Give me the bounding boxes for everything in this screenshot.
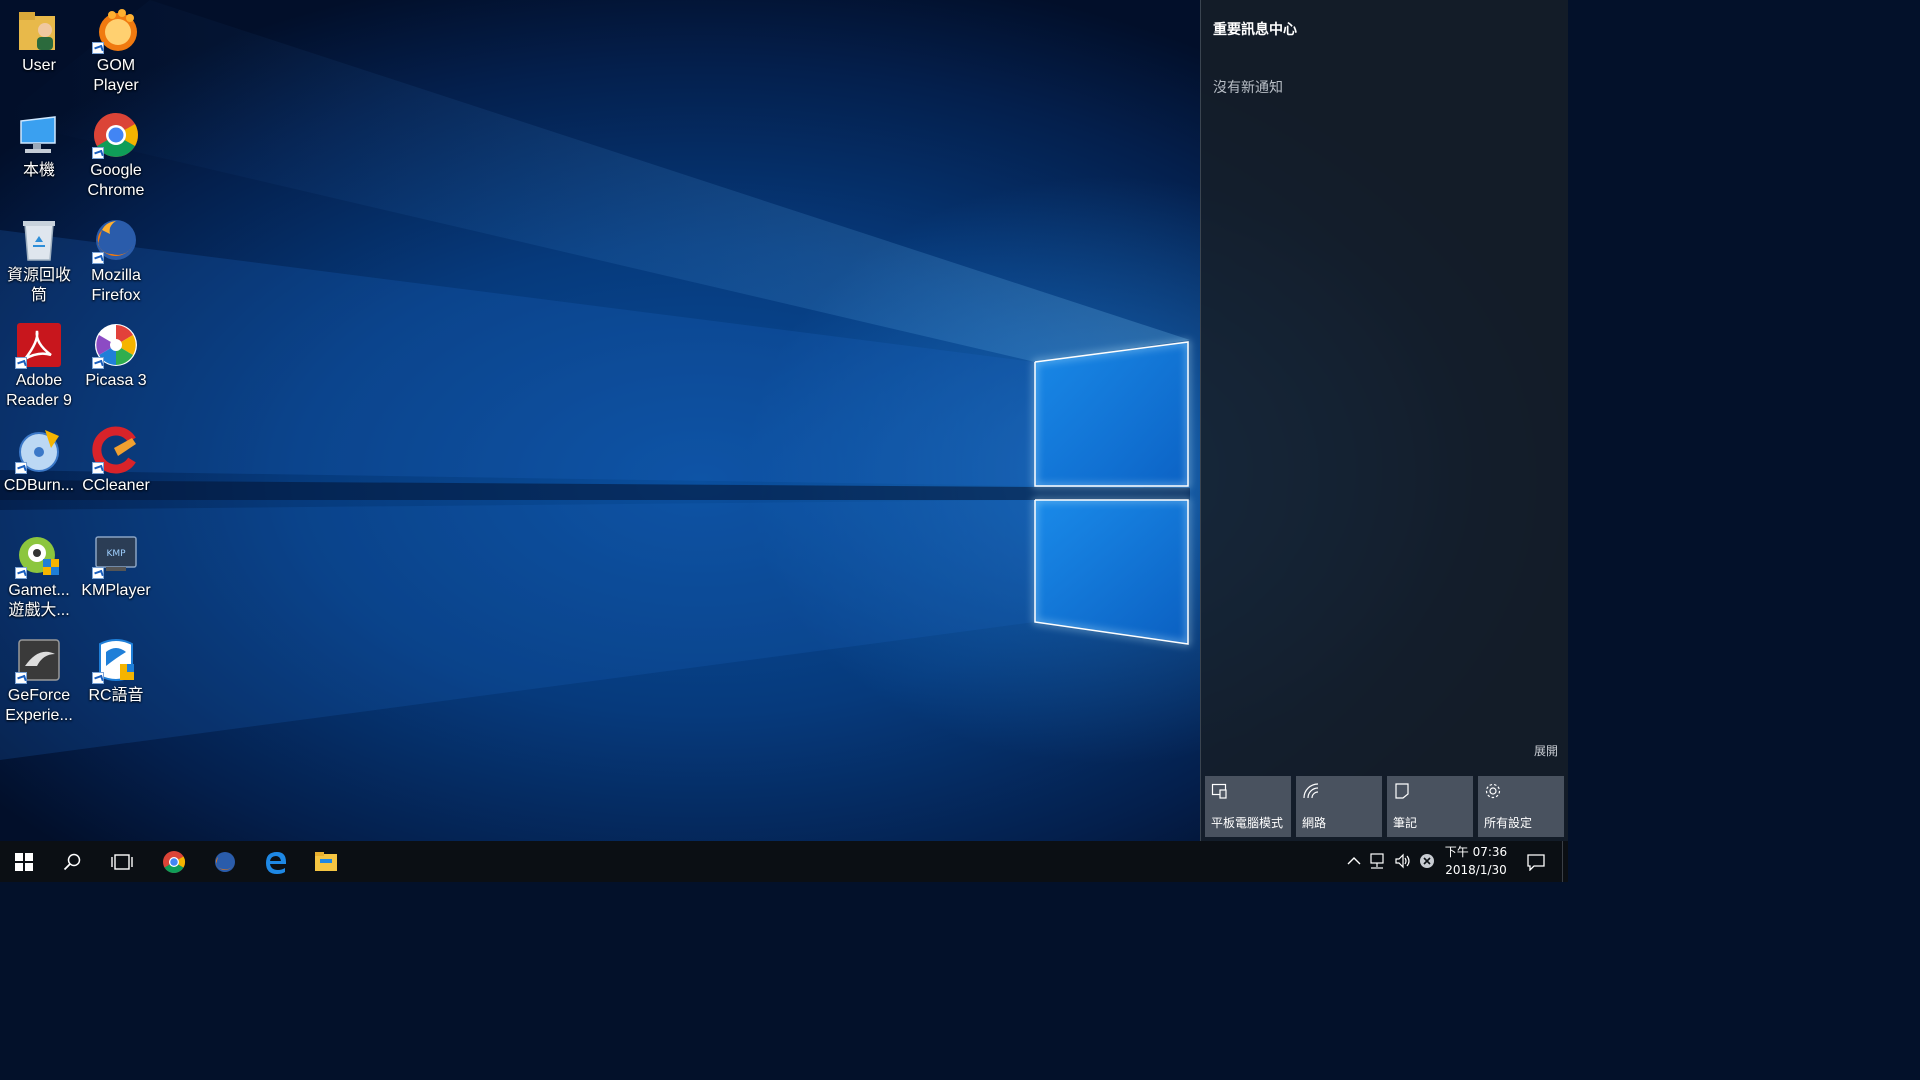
- google-chrome-icon: [92, 111, 140, 159]
- start-icon: [15, 852, 33, 871]
- desktop-icon-recycle-bin[interactable]: 資源回收筒: [0, 210, 78, 306]
- no-notifications-text: 沒有新通知: [1213, 80, 1283, 96]
- kmplayer-icon: KMP: [92, 531, 140, 579]
- chevron-up-icon[interactable]: [1344, 851, 1364, 871]
- action-center-panel: 重要訊息中心 沒有新通知 展開 平板電腦模式 網路 筆記 所有設定: [1200, 0, 1568, 841]
- quick-action-note[interactable]: 筆記: [1387, 776, 1473, 837]
- desktop-icon-ccleaner[interactable]: CCleaner: [77, 420, 155, 496]
- desktop-icon-user[interactable]: User: [0, 0, 78, 76]
- shortcut-arrow-icon: [92, 672, 104, 684]
- shortcut-arrow-icon: [92, 462, 104, 474]
- desktop-icon-picasa[interactable]: Picasa 3: [77, 315, 155, 391]
- error-icon[interactable]: [1417, 851, 1437, 871]
- svg-text:KMP: KMP: [106, 549, 126, 559]
- ccleaner-icon: [92, 426, 140, 474]
- desktop-icon-gametower[interactable]: Gamet... 遊戲大...: [0, 525, 78, 621]
- network-icon: [1303, 783, 1319, 799]
- shortcut-arrow-icon: [92, 42, 104, 54]
- action-center-title: 重要訊息中心: [1213, 22, 1297, 38]
- picasa-icon: [92, 321, 140, 369]
- adobe-reader-icon: [15, 321, 63, 369]
- shortcut-arrow-icon: [15, 357, 27, 369]
- desktop-icon-this-pc[interactable]: 本機: [0, 105, 78, 181]
- quick-action-tablet-mode[interactable]: 平板電腦模式: [1205, 776, 1291, 837]
- tablet-mode-icon: [1211, 783, 1227, 799]
- taskbar: 下午 07:36 2018/1/30: [0, 841, 1568, 882]
- shortcut-arrow-icon: [92, 567, 104, 579]
- network-wired-icon[interactable]: [1368, 851, 1388, 871]
- desktop-icon-gom-player[interactable]: GOM Player: [77, 0, 155, 96]
- rc-voice-icon: [92, 636, 140, 684]
- quick-action-all-settings[interactable]: 所有設定: [1478, 776, 1564, 837]
- edge-icon: [266, 851, 286, 874]
- this-pc-icon: [15, 111, 63, 159]
- firefox-icon: [215, 851, 235, 872]
- volume-icon[interactable]: [1393, 851, 1413, 871]
- desktop-icon-geforce-experience[interactable]: GeForce Experie...: [0, 630, 78, 726]
- gom-player-icon: [92, 6, 140, 54]
- desktop-icon-adobe-reader[interactable]: Adobe Reader 9: [0, 315, 78, 411]
- file-explorer-icon: [315, 851, 337, 871]
- task-view-icon: [111, 853, 133, 870]
- desktop-icon-mozilla-firefox[interactable]: Mozilla Firefox: [77, 210, 155, 306]
- action-center-icon: [1527, 853, 1545, 871]
- recycle-bin-icon: [15, 216, 63, 264]
- clock-time: 下午 07:36: [1444, 845, 1508, 859]
- task-view-button[interactable]: [98, 841, 146, 882]
- search-button[interactable]: [48, 841, 96, 882]
- mozilla-firefox-icon: [92, 216, 140, 264]
- taskbar-firefox[interactable]: [201, 841, 249, 882]
- gametower-icon: [15, 531, 63, 579]
- chrome-icon: [163, 850, 185, 873]
- desktop-icon-google-chrome[interactable]: Google Chrome: [77, 105, 155, 201]
- desktop-icon-kmplayer[interactable]: KMP KMPlayer: [77, 525, 155, 601]
- taskbar-file-explorer[interactable]: [302, 841, 350, 882]
- settings-gear-icon: [1485, 783, 1501, 799]
- shortcut-arrow-icon: [92, 252, 104, 264]
- note-icon: [1395, 783, 1409, 799]
- shortcut-arrow-icon: [15, 462, 27, 474]
- taskbar-edge[interactable]: [252, 841, 300, 882]
- start-button[interactable]: [0, 841, 48, 882]
- desktop-icon-rc-voice[interactable]: RC語音: [77, 630, 155, 706]
- user-folder-icon: [15, 6, 63, 54]
- expand-quick-actions-link[interactable]: 展開: [1534, 742, 1558, 759]
- taskbar-chrome[interactable]: [150, 841, 198, 882]
- desktop-icon-cdburnerxp[interactable]: CDBurn...: [0, 420, 78, 496]
- search-icon: [63, 853, 81, 870]
- action-center-button[interactable]: [1512, 841, 1560, 882]
- taskbar-clock[interactable]: 下午 07:36 2018/1/30: [1438, 843, 1514, 879]
- cdburnerxp-icon: [15, 426, 63, 474]
- shortcut-arrow-icon: [15, 672, 27, 684]
- shortcut-arrow-icon: [15, 567, 27, 579]
- clock-date: 2018/1/30: [1445, 863, 1507, 877]
- shortcut-arrow-icon: [92, 357, 104, 369]
- shortcut-arrow-icon: [92, 147, 104, 159]
- quick-action-network[interactable]: 網路: [1296, 776, 1382, 837]
- geforce-experience-icon: [15, 636, 63, 684]
- show-desktop-button[interactable]: [1562, 841, 1568, 882]
